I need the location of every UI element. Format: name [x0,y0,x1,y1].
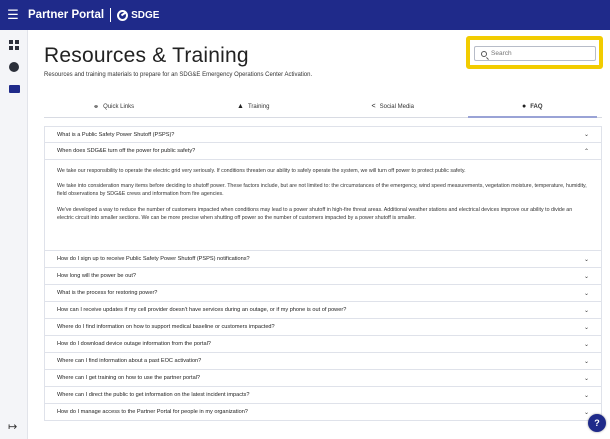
clock-icon[interactable] [9,62,19,72]
hamburger-menu-icon[interactable]: ☰ [0,7,26,23]
faq-item[interactable]: What is a Public Safety Power Shutoff (P… [44,126,602,143]
faq-item[interactable]: Where can I get training on how to use t… [44,370,602,387]
tab-label: Social Media [379,103,414,110]
help-button[interactable]: ? [588,414,606,432]
info-icon: ● [521,103,527,110]
tab-quick-links[interactable]: ⚭ Quick Links [44,96,184,117]
faq-question: Where can I get training on how to use t… [57,375,201,381]
faq-item[interactable]: What is the process for restoring power?… [44,285,602,302]
share-icon: < [371,103,376,110]
sdge-logo: SDGE [117,9,160,21]
faq-item[interactable]: How can I receive updates if my cell pro… [44,302,602,319]
page-subtitle: Resources and training materials to prep… [44,72,313,78]
faq-question: When does SDG&E turn off the power for p… [57,148,196,154]
sdge-logo-icon [117,9,129,21]
faq-question: What is a Public Safety Power Shutoff (P… [57,131,175,138]
faq-item[interactable]: Where can I direct the public to get inf… [44,387,602,404]
faq-question: How do I manage access to the Partner Po… [57,409,248,415]
faq-answer: We take our responsibility to operate th… [44,160,602,251]
faq-question: Where can I direct the public to get inf… [57,392,250,398]
tab-training[interactable]: ▲ Training [184,96,324,117]
title-divider [110,8,112,22]
chevron-down-icon: ⌄ [583,256,589,263]
chevron-down-icon: ⌄ [583,290,589,297]
answer-paragraph: We take into consideration many items be… [57,183,587,198]
answer-paragraph: We take our responsibility to operate th… [57,168,466,174]
tab-social-media[interactable]: < Social Media [323,96,463,117]
sdge-logo-text: SDGE [131,9,160,21]
chevron-down-icon: ⌄ [583,375,589,382]
logout-icon[interactable]: ↦ [8,420,22,434]
faq-question: Where can I find information about a pas… [57,358,202,364]
faq-question: How do I sign up to receive Public Safet… [57,256,250,262]
chevron-down-icon: ⌄ [583,392,589,399]
sidebar: ↦ [0,30,28,439]
page-title: Resources & Training [44,44,249,67]
faq-item[interactable]: Where can I find information about a pas… [44,353,602,370]
faq-item[interactable]: Where do I find information on how to su… [44,319,602,336]
search-input[interactable] [491,50,581,57]
tab-label: Training [247,103,270,110]
faq-item[interactable]: How do I download device outage informat… [44,336,602,353]
tab-faq[interactable]: ● FAQ [463,96,603,118]
search-icon [481,50,487,57]
chevron-down-icon: ⌄ [583,409,589,416]
chevron-down-icon: ⌄ [583,132,589,138]
search-box[interactable] [474,46,596,61]
faq-item[interactable]: How do I sign up to receive Public Safet… [44,251,602,268]
chevron-down-icon: ⌄ [583,358,589,365]
faq-item-expanded[interactable]: When does SDG&E turn off the power for p… [44,143,602,160]
link-icon: ⚭ [93,103,100,111]
dashboard-grid-icon[interactable] [9,40,19,50]
top-bar: ☰ Partner Portal SDGE [0,0,610,30]
faq-question: How can I receive updates if my cell pro… [57,307,347,313]
faq-question: Where do I find information on how to su… [57,324,275,330]
graduation-cap-icon: ▲ [237,103,244,110]
chevron-down-icon: ⌄ [583,307,589,314]
faq-question: What is the process for restoring power? [57,290,158,296]
answer-paragraph: We've developed a way to reduce the numb… [57,206,573,221]
tab-label: FAQ [530,103,543,110]
tab-label: Quick Links [103,103,135,110]
faq-item[interactable]: How long will the power be out? ⌄ [44,268,602,285]
faq-accordion: What is a Public Safety Power Shutoff (P… [44,126,602,421]
book-icon[interactable] [9,85,20,93]
faq-question: How long will the power be out? [57,273,136,279]
page-header: Resources & Training Resources and train… [44,44,312,78]
chevron-down-icon: ⌄ [583,273,589,280]
app-title: Partner Portal [28,9,105,21]
chevron-up-icon: ⌃ [583,148,589,155]
tab-bar: ⚭ Quick Links ▲ Training < Social Media … [44,96,602,118]
chevron-down-icon: ⌄ [583,324,589,331]
chevron-down-icon: ⌄ [583,341,589,348]
faq-item[interactable]: How do I manage access to the Partner Po… [44,404,602,421]
faq-question: How do I download device outage informat… [57,341,211,347]
